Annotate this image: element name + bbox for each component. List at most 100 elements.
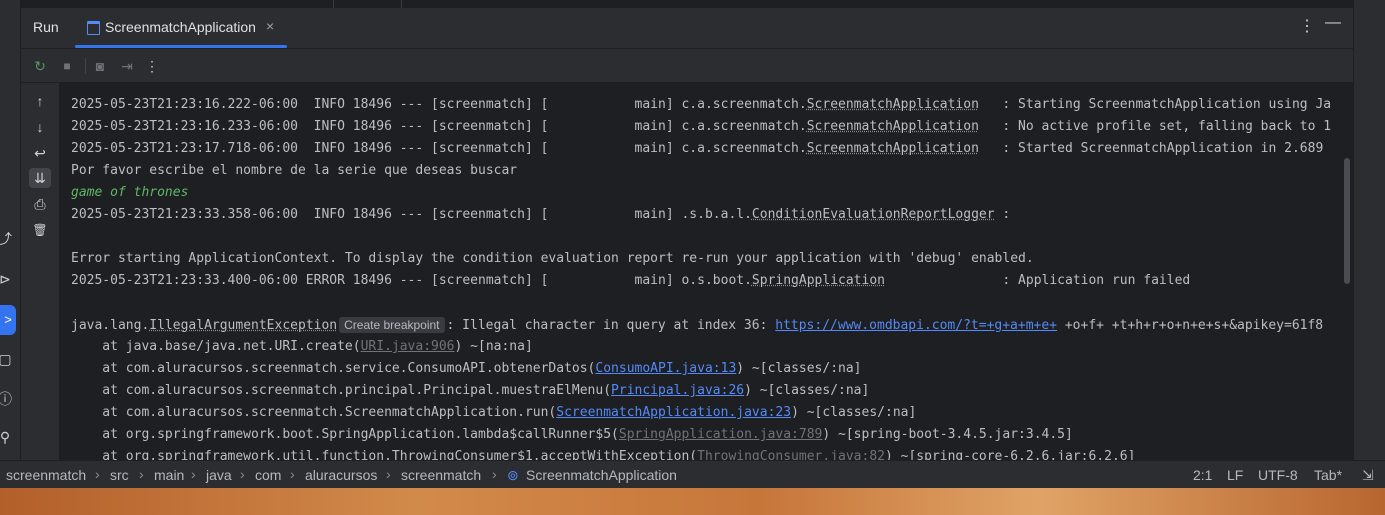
console-line: at org.springframework.util.function.Thr…	[71, 446, 1351, 460]
console-line: at org.springframework.boot.SpringApplic…	[71, 424, 1351, 446]
console-lines: 2025-05-23T21:23:16.222-06:00 INFO 18496…	[71, 94, 1351, 460]
source-link[interactable]: ScreenmatchApplication.java:23	[556, 405, 791, 420]
more-actions-icon[interactable]: ⋮	[142, 56, 162, 76]
log-message: : Started ScreenmatchApplication in 2.68…	[978, 141, 1324, 156]
chevron-right-icon: ›	[290, 466, 295, 482]
source-link[interactable]: Principal.java:26	[611, 383, 744, 398]
breadcrumb-item[interactable]: aluracursos	[305, 467, 377, 483]
tab-label: ScreenmatchApplication	[105, 19, 256, 35]
trash-icon[interactable]: 🗑	[29, 220, 51, 240]
terminal-icon[interactable]: ▢	[0, 350, 14, 368]
right-tool-strip	[1353, 0, 1385, 460]
chevron-right-icon: ›	[95, 466, 100, 482]
log-prefix: 2025-05-23T21:23:33.400-06:00 ERROR 1849…	[71, 273, 752, 288]
breadcrumb-item[interactable]: ScreenmatchApplication	[526, 467, 677, 483]
problems-icon[interactable]: ⓘ	[0, 390, 14, 408]
log-message: :	[994, 207, 1011, 222]
user-input: game of thrones	[71, 185, 189, 200]
stacktrace-suffix: ) ~[spring-core-6.2.6.jar:6.2.6]	[884, 449, 1136, 460]
active-tab-indicator	[75, 45, 287, 48]
class-link[interactable]: ScreenmatchApplication	[807, 97, 979, 112]
up-arrow-icon[interactable]: ↑	[29, 91, 51, 111]
console-line: 2025-05-23T21:23:33.400-06:00 ERROR 1849…	[71, 270, 1351, 292]
chevron-right-icon: ›	[139, 466, 144, 482]
run-tool-window-header: Run ScreenmatchApplication × ⋮ —	[21, 8, 1353, 49]
log-prefix: 2025-05-23T21:23:17.718-06:00 INFO 18496…	[71, 141, 807, 156]
line-separator[interactable]: LF	[1227, 467, 1243, 483]
left-tool-strip: ⤴ ⊳ > ▢ ⓘ ⚲	[0, 0, 21, 460]
chevron-right-icon: ›	[191, 466, 196, 482]
tab-screenmatch-application[interactable]: ScreenmatchApplication ×	[75, 8, 287, 48]
run-tool-icon[interactable]: >	[0, 305, 16, 335]
lock-icon[interactable]: ⇲	[1362, 467, 1374, 484]
console-side-actions: ↑ ↓ ↩ ⇊ ⎙ 🗑	[21, 83, 59, 460]
create-breakpoint-button[interactable]: Create breakpoint	[339, 317, 445, 333]
stacktrace-frame: at org.springframework.boot.SpringApplic…	[71, 427, 619, 442]
stacktrace-suffix: ) ~[spring-boot-3.4.5.jar:3.4.5]	[822, 427, 1073, 442]
console-line: at com.aluracursos.screenmatch.Screenmat…	[71, 402, 1351, 424]
services-icon[interactable]: ⊳	[0, 270, 14, 288]
print-icon[interactable]: ⎙	[29, 194, 51, 214]
log-prefix: java.lang.	[71, 318, 150, 333]
class-link[interactable]: ScreenmatchApplication	[807, 141, 979, 156]
vcs-icon[interactable]: ⚲	[0, 428, 14, 446]
console-scrollbar[interactable]	[1344, 158, 1350, 284]
console-line: Por favor escribe el nombre de la serie …	[71, 160, 1351, 182]
console-line: 2025-05-23T21:23:16.233-06:00 INFO 18496…	[71, 116, 1351, 138]
console-text: Error starting ApplicationContext. To di…	[71, 251, 1034, 266]
exit-icon[interactable]: ⇥	[117, 56, 137, 76]
url-link[interactable]: https://www.omdbapi.com/?t=+g+a+m+e+	[775, 318, 1057, 333]
stop-icon[interactable]: ■	[57, 56, 77, 76]
source-link[interactable]: URI.java:906	[361, 339, 455, 354]
screenshot-icon[interactable]: ◙	[90, 56, 110, 76]
class-link[interactable]: ConditionEvaluationReportLogger	[752, 207, 995, 222]
indent-setting[interactable]: Tab*	[1314, 467, 1342, 483]
log-prefix: 2025-05-23T21:23:16.222-06:00 INFO 18496…	[71, 97, 807, 112]
rerun-icon[interactable]: ↻	[30, 56, 50, 76]
breadcrumb-item[interactable]: screenmatch	[6, 467, 86, 483]
breadcrumb-item[interactable]: java	[206, 467, 232, 483]
console-output[interactable]: 2025-05-23T21:23:16.222-06:00 INFO 18496…	[59, 83, 1353, 460]
source-link[interactable]: ThrowingConsumer.java:82	[697, 449, 885, 460]
log-message: : Illegal character in query at index 36…	[446, 318, 776, 333]
scroll-to-end-icon[interactable]: ⇊	[29, 168, 51, 188]
breadcrumb-item[interactable]: src	[110, 467, 129, 483]
file-encoding[interactable]: UTF-8	[1258, 467, 1298, 483]
class-link[interactable]: SpringApplication	[752, 273, 885, 288]
console-line: 2025-05-23T21:23:16.222-06:00 INFO 18496…	[71, 94, 1351, 116]
stacktrace-frame: at com.aluracursos.screenmatch.Screenmat…	[71, 405, 557, 420]
caret-position[interactable]: 2:1	[1193, 467, 1212, 483]
soft-wrap-icon[interactable]: ↩	[29, 143, 51, 163]
source-link[interactable]: ConsumoAPI.java:13	[595, 361, 736, 376]
chevron-right-icon: ›	[386, 466, 391, 482]
git-icon[interactable]: ⤴	[0, 230, 14, 248]
stacktrace-frame: at org.springframework.util.function.Thr…	[71, 449, 698, 460]
breadcrumb-item[interactable]: main	[154, 467, 184, 483]
console-text: Por favor escribe el nombre de la serie …	[71, 163, 518, 178]
down-arrow-icon[interactable]: ↓	[29, 117, 51, 137]
log-prefix: 2025-05-23T21:23:16.233-06:00 INFO 18496…	[71, 119, 807, 134]
log-prefix: 2025-05-23T21:23:33.358-06:00 INFO 18496…	[71, 207, 752, 222]
class-icon: ⊚	[507, 467, 519, 483]
console-line: 2025-05-23T21:23:17.718-06:00 INFO 18496…	[71, 138, 1351, 160]
breadcrumb-item[interactable]: screenmatch	[401, 467, 481, 483]
stacktrace-suffix: ) ~[classes/:na]	[736, 361, 862, 376]
console-line: at java.base/java.net.URI.create(URI.jav…	[71, 336, 1351, 358]
run-toolbar: ↻ ■ ◙ ⇥ ⋮	[21, 49, 1353, 83]
console-line: at com.aluracursos.screenmatch.service.C…	[71, 358, 1351, 380]
class-link[interactable]: ScreenmatchApplication	[807, 119, 979, 134]
class-link[interactable]: IllegalArgumentException	[149, 318, 337, 333]
minimize-icon[interactable]: —	[1325, 14, 1341, 32]
close-tab-icon[interactable]: ×	[266, 18, 274, 34]
desktop-background	[0, 488, 1385, 515]
console-line: at com.aluracursos.screenmatch.principal…	[71, 380, 1351, 402]
stacktrace-frame: at com.aluracursos.screenmatch.service.C…	[71, 361, 596, 376]
breadcrumb-item[interactable]: com	[255, 467, 281, 483]
stacktrace-suffix: ) ~[na:na]	[454, 339, 533, 354]
more-options-icon[interactable]: ⋮	[1299, 16, 1315, 36]
source-link[interactable]: SpringApplication.java:789	[619, 427, 823, 442]
log-message: : Starting ScreenmatchApplication using …	[978, 97, 1332, 112]
log-message: +o+f+ +t+h+r+o+n+e+s+&apikey=61f8	[1057, 318, 1324, 333]
